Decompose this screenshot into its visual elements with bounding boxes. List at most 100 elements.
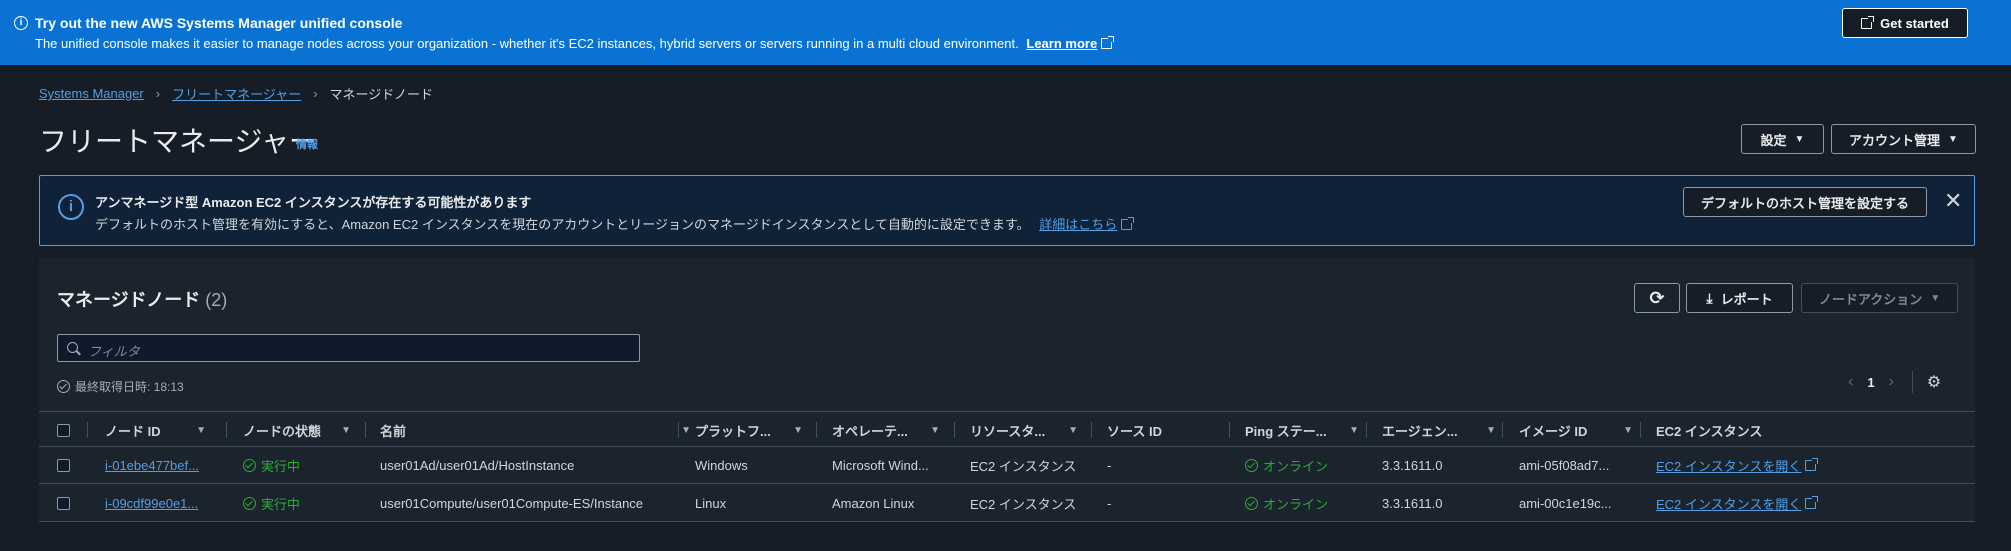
column-operating-system[interactable]: オペレーテ... ▼ xyxy=(832,412,954,448)
last-fetched-text: 最終取得日時: 18:13 xyxy=(75,380,184,394)
column-label: オペレーテ... xyxy=(832,423,908,439)
node-id-cell: i-09cdf99e0e1... xyxy=(105,485,198,522)
sort-icon: ▼ xyxy=(681,424,691,436)
column-ping-status[interactable]: Ping ステー... ▼ xyxy=(1245,412,1373,448)
ping-status-cell: オンライン xyxy=(1245,447,1328,484)
info-icon: i xyxy=(14,16,28,30)
external-link-icon xyxy=(1101,36,1115,49)
resource-type-cell: EC2 インスタンス xyxy=(970,459,1077,474)
learn-more-link[interactable]: Learn more xyxy=(1026,36,1115,51)
account-management-dropdown-button[interactable]: アカウント管理 ▼ xyxy=(1831,124,1976,154)
refresh-button[interactable]: ⟳ xyxy=(1634,283,1680,313)
page: i Try out the new AWS Systems Manager un… xyxy=(0,0,2011,551)
filter-input[interactable]: フィルタ xyxy=(57,334,640,362)
alert-description: デフォルトのホスト管理を有効にすると、Amazon EC2 インスタンスを現在の… xyxy=(95,214,1135,233)
configure-default-host-management-button[interactable]: デフォルトのホスト管理を設定する xyxy=(1683,187,1927,217)
name-cell: user01Ad/user01Ad/HostInstance xyxy=(380,458,575,473)
sort-icon: ▼ xyxy=(196,424,206,436)
breadcrumb-fleet-manager[interactable]: フリートマネージャー xyxy=(172,84,301,103)
column-label: リソースタ... xyxy=(970,423,1046,439)
image-id-cell: ami-05f08ad7... xyxy=(1519,458,1610,473)
node-actions-dropdown-button[interactable]: ノードアクション ▼ xyxy=(1801,283,1958,313)
select-all-checkbox-cell xyxy=(57,412,77,448)
column-label: ノードの状態 xyxy=(243,423,322,439)
select-all-checkbox[interactable] xyxy=(57,423,70,437)
table-row[interactable]: i-09cdf99e0e1... 実行中 user01Compute/user0… xyxy=(39,485,1975,522)
column-node-state[interactable]: ノードの状態 ▼ xyxy=(243,412,365,448)
learn-more-link[interactable]: 詳細はこちら xyxy=(1039,217,1135,232)
filter-placeholder: フィルタ xyxy=(88,344,140,359)
open-ec2-instance-link[interactable]: EC2 インスタンスを開く xyxy=(1656,456,1801,475)
settings-dropdown-button[interactable]: 設定 ▼ xyxy=(1741,124,1824,154)
column-resource-type[interactable]: リソースタ... ▼ xyxy=(970,412,1092,448)
column-divider xyxy=(87,422,88,438)
ping-status: オンライン xyxy=(1263,497,1329,512)
node-id-link[interactable]: i-09cdf99e0e1... xyxy=(105,496,198,511)
column-platform[interactable]: プラットフ... ▼ xyxy=(695,412,817,448)
sort-icon: ▼ xyxy=(1486,424,1496,436)
column-divider xyxy=(1640,422,1641,438)
platform-cell: Windows xyxy=(695,458,748,473)
banner-title: Try out the new AWS Systems Manager unif… xyxy=(35,15,403,31)
row-checkbox[interactable] xyxy=(57,459,70,472)
refresh-icon: ⟳ xyxy=(1649,287,1665,308)
ec2-instance-cell: EC2 インスタンスを開く xyxy=(1656,447,1819,484)
platform-cell: Linux xyxy=(695,496,727,511)
search-icon xyxy=(67,342,78,353)
column-label: Ping ステー... xyxy=(1245,423,1327,439)
row-checkbox-cell xyxy=(57,485,70,522)
unified-console-banner: i Try out the new AWS Systems Manager un… xyxy=(0,0,2011,65)
chevron-right-icon[interactable]: › xyxy=(1889,373,1894,391)
column-node-id[interactable]: ノード ID ▼ xyxy=(105,412,220,448)
agent-version-cell: 3.3.1611.0 xyxy=(1382,496,1443,511)
settings-label: 設定 xyxy=(1760,132,1787,148)
divider xyxy=(1911,371,1913,393)
row-checkbox-cell xyxy=(57,447,70,484)
get-started-label: Get started xyxy=(1880,15,1949,31)
close-icon[interactable]: ✕ xyxy=(1944,188,1962,214)
node-state-cell: 実行中 xyxy=(243,447,300,484)
banner-description: The unified console makes it easier to m… xyxy=(35,36,1115,51)
open-ec2-instance-link[interactable]: EC2 インスタンスを開く xyxy=(1656,494,1801,513)
chevron-right-icon: › xyxy=(155,86,161,101)
report-download-button[interactable]: ⤓ レポート xyxy=(1686,283,1793,313)
check-circle-icon xyxy=(1245,497,1258,510)
report-label: レポート xyxy=(1720,291,1773,307)
panel-title: マネージドノード (2) xyxy=(57,286,227,312)
node-count: (2) xyxy=(205,290,228,310)
sort-icon: ▼ xyxy=(1349,424,1359,436)
check-circle-icon xyxy=(243,459,256,472)
ec2-instance-cell: EC2 インスタンスを開く xyxy=(1656,485,1819,522)
caret-down-icon: ▼ xyxy=(1930,292,1941,304)
column-label: ノード ID xyxy=(105,423,161,439)
get-started-button[interactable]: Get started xyxy=(1842,8,1968,38)
configure-button-label: デフォルトのホスト管理を設定する xyxy=(1700,195,1909,211)
node-id-link[interactable]: i-01ebe477bef... xyxy=(105,458,199,473)
alert-title: アンマネージド型 Amazon EC2 インスタンスが存在する可能性があります xyxy=(95,195,532,210)
agent-version-cell: 3.3.1611.0 xyxy=(1382,458,1443,473)
column-source-id[interactable]: ソース ID xyxy=(1107,412,1227,448)
info-link[interactable]: 情報 xyxy=(296,136,318,152)
chevron-right-icon: › xyxy=(313,86,318,101)
page-number[interactable]: 1 xyxy=(1867,375,1874,390)
breadcrumb: Systems Manager › フリートマネージャー › マネージドノード xyxy=(39,84,433,103)
alert-description-text: デフォルトのホスト管理を有効にすると、Amazon EC2 インスタンスを現在の… xyxy=(95,217,1030,232)
column-agent-version[interactable]: エージェン... ▼ xyxy=(1382,412,1510,448)
gear-icon[interactable]: ⚙ xyxy=(1927,372,1941,392)
external-link-icon xyxy=(1805,496,1819,509)
image-id-cell: ami-00c1e19c... xyxy=(1519,496,1612,511)
column-image-id[interactable]: イメージ ID ▼ xyxy=(1519,412,1647,448)
row-checkbox[interactable] xyxy=(57,497,70,510)
chevron-left-icon[interactable]: ‹ xyxy=(1848,373,1853,391)
column-ec2-instance[interactable]: EC2 インスタンス xyxy=(1656,412,1856,448)
column-divider xyxy=(954,422,955,438)
column-name[interactable]: 名前 ▼ xyxy=(380,412,705,448)
breadcrumb-systems-manager[interactable]: Systems Manager xyxy=(39,86,144,101)
column-divider xyxy=(226,422,227,438)
managed-nodes-panel: マネージドノード (2) ⟳ ⤓ レポート ノードアクション ▼ フィルタ 最終… xyxy=(39,258,1975,522)
unmanaged-instances-alert: i アンマネージド型 Amazon EC2 インスタンスが存在する可能性がありま… xyxy=(39,175,1975,246)
column-divider xyxy=(1091,422,1092,438)
learn-more-label: Learn more xyxy=(1026,36,1098,51)
table-row[interactable]: i-01ebe477bef... 実行中 user01Ad/user01Ad/H… xyxy=(39,447,1975,484)
check-circle-icon xyxy=(1245,459,1258,472)
